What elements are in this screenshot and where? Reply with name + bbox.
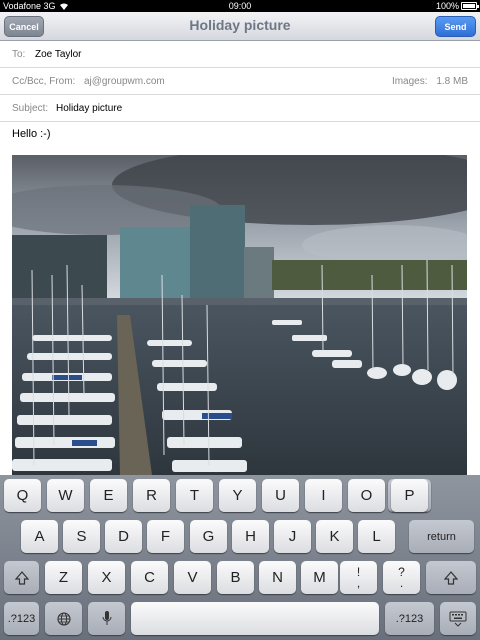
- numbers-key-right[interactable]: .?123: [385, 602, 434, 635]
- key-v[interactable]: V: [174, 561, 211, 594]
- key-o[interactable]: O: [348, 479, 385, 512]
- battery-icon: [461, 2, 479, 10]
- cc-from-field-row[interactable]: Cc/Bcc, From: aj@groupwm.com Images: 1.8…: [0, 68, 480, 95]
- subject-input[interactable]: Holiday picture: [56, 103, 122, 114]
- attached-photo[interactable]: [12, 155, 467, 475]
- subject-label: Subject:: [12, 103, 49, 114]
- key-j[interactable]: J: [274, 520, 311, 553]
- key-b[interactable]: B: [217, 561, 254, 594]
- key-w[interactable]: W: [47, 479, 84, 512]
- key-d[interactable]: D: [105, 520, 142, 553]
- battery-fill: [463, 4, 475, 8]
- key-a[interactable]: A: [21, 520, 58, 553]
- key-m[interactable]: M: [301, 561, 338, 594]
- key-y[interactable]: Y: [219, 479, 256, 512]
- compose-title: Holiday picture: [189, 17, 291, 33]
- microphone-icon: [102, 611, 111, 625]
- dictation-key[interactable]: [88, 602, 125, 635]
- return-key[interactable]: return: [409, 520, 474, 553]
- key-g[interactable]: G: [190, 520, 227, 553]
- to-label: To:: [12, 49, 26, 60]
- battery-indicator: 100%: [435, 1, 479, 11]
- key-n[interactable]: N: [259, 561, 296, 594]
- compose-nav-bar: Cancel Holiday picture Send: [0, 12, 480, 41]
- key-q[interactable]: Q: [4, 479, 41, 512]
- harbour-photo-image: [12, 155, 467, 475]
- hide-keyboard-key[interactable]: [440, 602, 476, 635]
- key-c[interactable]: C: [131, 561, 168, 594]
- space-bar[interactable]: [131, 602, 379, 635]
- onscreen-keyboard: return !, ?. .?123 .?123 QWERTYUIOP ASDFG…: [0, 475, 480, 640]
- key-e[interactable]: E: [90, 479, 127, 512]
- images-size-value: 1.8 MB: [436, 76, 468, 87]
- key-f[interactable]: F: [147, 520, 184, 553]
- key-u[interactable]: U: [262, 479, 299, 512]
- key-i[interactable]: I: [305, 479, 342, 512]
- send-button[interactable]: Send: [435, 16, 476, 37]
- shift-key-left[interactable]: [4, 561, 39, 594]
- status-bar: Vodafone 3G 09:00 100%: [0, 0, 480, 12]
- to-field-row[interactable]: To: Zoe Taylor: [0, 41, 480, 68]
- globe-icon: [56, 611, 71, 626]
- cc-from-label: Cc/Bcc, From:: [12, 76, 76, 87]
- numbers-key-left[interactable]: .?123: [4, 602, 39, 635]
- to-recipient[interactable]: Zoe Taylor: [35, 49, 82, 60]
- images-label: Images:: [391, 76, 428, 87]
- images-size[interactable]: Images: 1.8 MB: [392, 76, 468, 87]
- key-x[interactable]: X: [88, 561, 125, 594]
- key-t[interactable]: T: [176, 479, 213, 512]
- shift-icon: [14, 570, 29, 585]
- question-period-key[interactable]: ?.: [383, 561, 420, 594]
- comma-label: ,: [356, 575, 361, 590]
- from-address[interactable]: aj@groupwm.com: [84, 76, 165, 87]
- key-p[interactable]: P: [391, 479, 428, 512]
- key-z[interactable]: Z: [45, 561, 82, 594]
- key-s[interactable]: S: [63, 520, 100, 553]
- shift-icon: [444, 570, 458, 585]
- battery-percent: 100%: [435, 1, 459, 11]
- period-label: .: [399, 575, 404, 590]
- key-r[interactable]: R: [133, 479, 170, 512]
- globe-key[interactable]: [45, 602, 82, 635]
- shift-key-right[interactable]: [426, 561, 476, 594]
- key-k[interactable]: K: [316, 520, 353, 553]
- key-l[interactable]: L: [358, 520, 395, 553]
- key-h[interactable]: H: [232, 520, 269, 553]
- subject-field-row[interactable]: Subject: Holiday picture: [0, 95, 480, 122]
- exclamation-comma-key[interactable]: !,: [340, 561, 377, 594]
- message-body[interactable]: Hello :-): [12, 128, 51, 140]
- clock: 09:00: [228, 1, 252, 11]
- keyboard-dismiss-icon: [449, 611, 467, 627]
